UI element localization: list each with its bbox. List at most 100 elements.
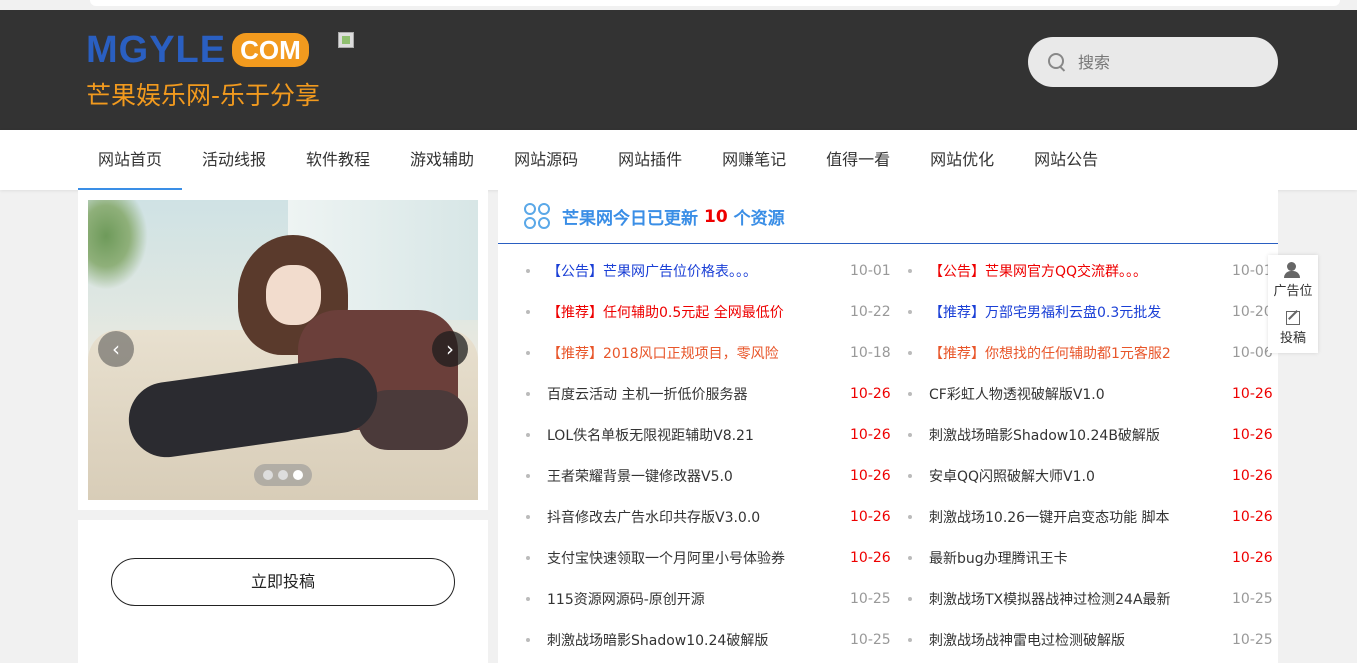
bullet-icon: [526, 514, 530, 519]
bullet-icon: [908, 473, 912, 478]
resource-list-left: 【公告】芒果网广告位价格表。。。 10-01 【推荐】任何辅助0.5元起 全网最低价…: [526, 250, 896, 660]
nav-item-5[interactable]: 网站插件: [598, 130, 702, 190]
bullet-icon: [526, 432, 530, 437]
site-logo[interactable]: MGYLE COM 芒果娱乐网-乐于分享: [86, 30, 336, 120]
main-nav: 网站首页 活动线报 软件教程 游戏辅助 网站源码 网站插件 网赚笔记 值得一看 网站优化 网站公告: [0, 130, 1357, 190]
bullet-icon: [908, 596, 912, 601]
list-item-date: 10-25: [850, 631, 891, 648]
list-item-title[interactable]: 支付宝快速领取一个月阿里小号体验券: [547, 548, 838, 568]
nav-item-0[interactable]: 网站首页: [78, 130, 183, 190]
list-item-date: 10-18: [850, 344, 891, 361]
list-item: 刺激战场暗影Shadow10.24破解版 10-25: [526, 619, 896, 660]
list-item-title[interactable]: 刺激战场战神雷电过检测破解版: [929, 630, 1220, 650]
list-item: 【推荐】任何辅助0.5元起 全网最低价 10-22: [526, 291, 896, 332]
ad-position-label: 广告位: [1273, 284, 1313, 299]
ad-position-button[interactable]: 广告位: [1268, 255, 1318, 304]
slider-dot-1[interactable]: [278, 470, 288, 480]
list-item: 王者荣耀背景一键修改器V5.0 10-26: [526, 455, 896, 496]
nav-item-3[interactable]: 游戏辅助: [390, 130, 494, 190]
list-item-title[interactable]: 王者荣耀背景一键修改器V5.0: [547, 466, 838, 486]
list-item-title[interactable]: 刺激战场TX模拟器战神过检测24A最新: [929, 589, 1220, 609]
list-item-title[interactable]: 安卓QQ闪照破解大师V1.0: [929, 466, 1220, 486]
list-item-title[interactable]: 刺激战场暗影Shadow10.24B破解版: [929, 425, 1220, 445]
list-item-title[interactable]: 刺激战场暗影Shadow10.24破解版: [547, 630, 838, 650]
user-icon: [1284, 262, 1302, 278]
float-submit-label: 投稿: [1279, 331, 1306, 346]
submit-post-button[interactable]: 立即投稿: [111, 558, 455, 606]
bullet-icon: [526, 637, 530, 642]
nav-item-2[interactable]: 软件教程: [286, 130, 390, 190]
list-item: 抖音修改去广告水印共存版V3.0.0 10-26: [526, 496, 896, 537]
update-panel: 芒果网今日已更新 10 个资源 【公告】芒果网广告位价格表。。。 10-01 【推荐…: [498, 190, 1278, 663]
bullet-icon: [526, 555, 530, 560]
bullet-icon: [526, 268, 530, 273]
list-item: 刺激战场TX模拟器战神过检测24A最新 10-25: [908, 578, 1278, 619]
bullet-icon: [908, 268, 912, 273]
list-item: 【推荐】2018风口正规项目，零风险 10-18: [526, 332, 896, 373]
list-item-date: 10-26: [1232, 426, 1273, 443]
list-item-title[interactable]: 百度云活动 主机一折低价服务器: [547, 384, 838, 404]
list-item-date: 10-26: [850, 467, 891, 484]
broken-image-icon: [338, 32, 354, 48]
list-item-date: 10-25: [850, 590, 891, 607]
list-item-title[interactable]: LOL佚名单板无限视距辅助V8.21: [547, 425, 838, 445]
search-icon[interactable]: [1048, 53, 1066, 71]
top-scroll: [90, 0, 1340, 6]
list-item-date: 10-26: [1232, 508, 1273, 525]
list-item-date: 10-25: [1232, 590, 1273, 607]
list-item: 支付宝快速领取一个月阿里小号体验券 10-26: [526, 537, 896, 578]
list-item-title[interactable]: 115资源网源码-原创开源: [547, 589, 838, 609]
list-item-title[interactable]: 【公告】芒果网广告位价格表。。。: [547, 261, 838, 281]
floating-toolbar: 广告位 投稿: [1268, 255, 1318, 353]
list-item-title[interactable]: 【推荐】任何辅助0.5元起 全网最低价: [547, 302, 838, 322]
list-item: 【公告】芒果网广告位价格表。。。 10-01: [526, 250, 896, 291]
logo-main-text: MGYLE: [86, 29, 227, 71]
nav-item-9[interactable]: 网站公告: [1014, 130, 1118, 190]
list-item-date: 10-26: [850, 549, 891, 566]
list-item-title[interactable]: CF彩虹人物透视破解版V1.0: [929, 384, 1220, 404]
nav-item-4[interactable]: 网站源码: [494, 130, 598, 190]
bullet-icon: [908, 637, 912, 642]
search-input[interactable]: [1078, 52, 1248, 72]
float-submit-button[interactable]: 投稿: [1268, 304, 1318, 353]
resource-list-right: 【公告】芒果网官方QQ交流群。。。 10-01 【推荐】万部宅男福利云盘0.3元批发…: [908, 250, 1278, 660]
site-header: MGYLE COM 芒果娱乐网-乐于分享: [0, 10, 1357, 130]
bullet-icon: [908, 432, 912, 437]
slider-dot-0[interactable]: [263, 470, 273, 480]
search-box[interactable]: [1028, 37, 1278, 87]
bullet-icon: [908, 514, 912, 519]
bullet-icon: [908, 555, 912, 560]
slider-prev-button[interactable]: ‹: [98, 331, 134, 367]
slide-image[interactable]: ‹ ›: [88, 200, 478, 500]
list-item-title[interactable]: 刺激战场10.26一键开启变态功能 脚本: [929, 507, 1220, 527]
list-item-title[interactable]: 最新bug办理腾讯王卡: [929, 548, 1220, 568]
bullet-icon: [908, 309, 912, 314]
list-item: 【推荐】万部宅男福利云盘0.3元批发 10-20: [908, 291, 1278, 332]
list-item-title[interactable]: 抖音修改去广告水印共存版V3.0.0: [547, 507, 838, 527]
list-item: CF彩虹人物透视破解版V1.0 10-26: [908, 373, 1278, 414]
nav-item-1[interactable]: 活动线报: [182, 130, 286, 190]
slider-dot-2[interactable]: [293, 470, 303, 480]
nav-item-6[interactable]: 网赚笔记: [702, 130, 806, 190]
bullet-icon: [908, 391, 912, 396]
list-item-date: 10-25: [1232, 631, 1273, 648]
list-item: 【公告】芒果网官方QQ交流群。。。 10-01: [908, 250, 1278, 291]
nav-item-7[interactable]: 值得一看: [806, 130, 910, 190]
list-item: 百度云活动 主机一折低价服务器 10-26: [526, 373, 896, 414]
slider-dots: [254, 464, 312, 486]
list-item-title[interactable]: 【公告】芒果网官方QQ交流群。。。: [929, 261, 1220, 281]
list-item-date: 10-26: [850, 426, 891, 443]
title-suffix: 个资源: [733, 209, 785, 229]
list-item-title[interactable]: 【推荐】2018风口正规项目，零风险: [547, 343, 838, 363]
list-item-title[interactable]: 【推荐】万部宅男福利云盘0.3元批发: [929, 302, 1220, 322]
list-item-date: 10-26: [850, 385, 891, 402]
submit-panel: 立即投稿: [78, 520, 488, 663]
bullet-icon: [526, 596, 530, 601]
slider-next-button[interactable]: ›: [432, 331, 468, 367]
nav-item-8[interactable]: 网站优化: [910, 130, 1014, 190]
list-item-title[interactable]: 【推荐】你想找的任何辅助都1元客服2: [929, 343, 1220, 363]
list-item: 安卓QQ闪照破解大师V1.0 10-26: [908, 455, 1278, 496]
bullet-icon: [526, 350, 530, 355]
list-item: 最新bug办理腾讯王卡 10-26: [908, 537, 1278, 578]
list-item-date: 10-01: [850, 262, 891, 279]
